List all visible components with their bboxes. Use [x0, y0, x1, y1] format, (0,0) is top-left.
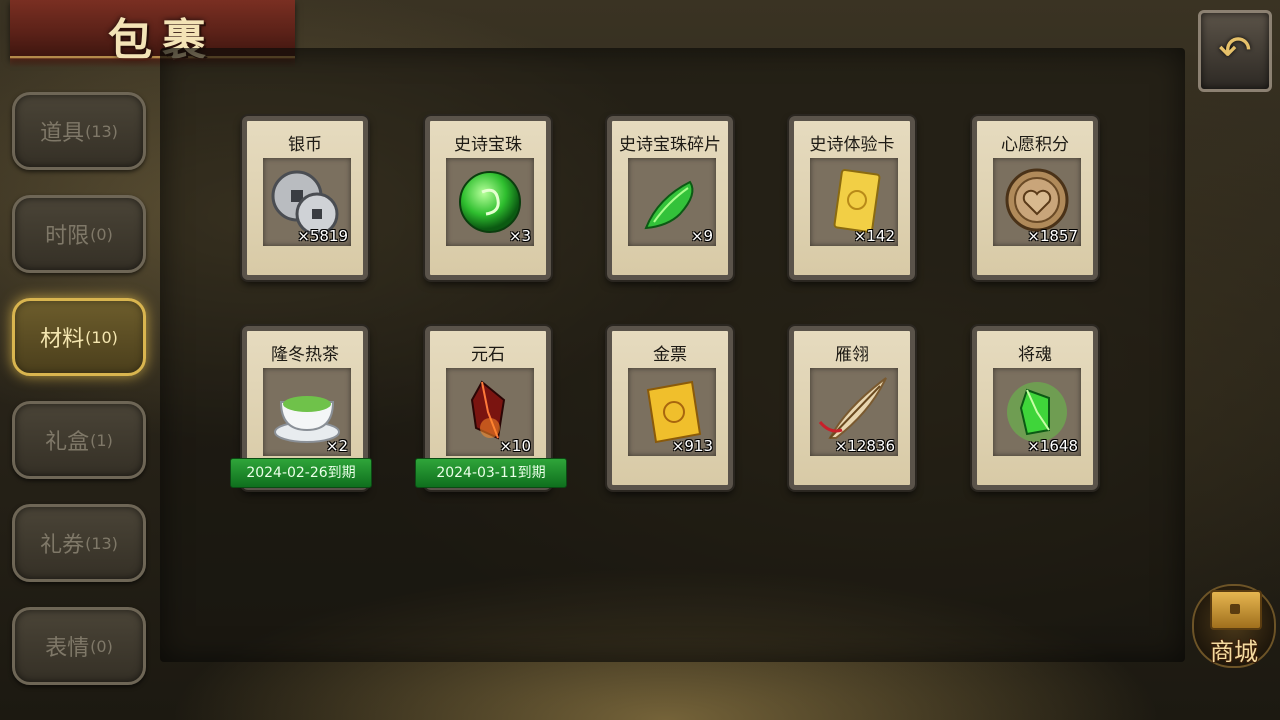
- item-quantity: ×10: [499, 437, 531, 455]
- tab-label: 礼券: [40, 533, 85, 558]
- tab-vouchers[interactable]: 礼券 (13): [12, 504, 146, 582]
- tab-label: 礼盒: [45, 430, 90, 455]
- item-quantity: ×9: [690, 227, 713, 245]
- item-name: 史诗宝珠: [454, 135, 522, 155]
- tab-emotes[interactable]: 表情 (0): [12, 607, 146, 685]
- tab-timed[interactable]: 时限 (0): [12, 195, 146, 273]
- expiry-badge: 2024-03-11到期: [415, 458, 567, 488]
- item-icon-slot: ×913: [628, 368, 716, 456]
- tab-items[interactable]: 道具 (13): [12, 92, 146, 170]
- item-name: 心愿积分: [1001, 135, 1069, 155]
- item-icon-slot: ×2: [263, 368, 351, 456]
- item-card-silver-coins[interactable]: 银币 ×5819: [242, 116, 368, 280]
- item-card-general-soul[interactable]: 将魂 ×1648: [972, 326, 1098, 490]
- mall-label: 商城: [1210, 638, 1258, 666]
- tab-label: 时限: [45, 224, 90, 249]
- item-card-wish-points[interactable]: 心愿积分 ×1857: [972, 116, 1098, 280]
- back-arrow-icon: ↶: [1218, 28, 1252, 74]
- item-quantity: ×12836: [834, 437, 895, 455]
- item-name: 史诗体验卡: [809, 135, 895, 155]
- item-quantity: ×1648: [1027, 437, 1078, 455]
- item-icon-slot: ×5819: [263, 158, 351, 246]
- item-quantity: ×913: [671, 437, 713, 455]
- item-quantity: ×3: [508, 227, 531, 245]
- tab-count: (1): [90, 430, 113, 450]
- tab-count: (13): [85, 533, 118, 553]
- item-card-epic-orb[interactable]: 史诗宝珠 ×3: [425, 116, 551, 280]
- item-name: 元石: [471, 345, 505, 365]
- item-card-epic-orb-fragment[interactable]: 史诗宝珠碎片 ×9: [607, 116, 733, 280]
- back-button[interactable]: ↶: [1198, 10, 1272, 92]
- tab-count: (10): [85, 327, 118, 347]
- item-quantity: ×142: [853, 227, 895, 245]
- item-quantity: ×1857: [1027, 227, 1078, 245]
- treasure-chest-icon: [1210, 590, 1262, 630]
- item-icon-slot: ×3: [446, 158, 534, 246]
- item-name: 雁翎: [835, 345, 869, 365]
- item-card-epic-trial-card[interactable]: 史诗体验卡 ×142: [789, 116, 915, 280]
- item-icon-slot: ×1857: [993, 158, 1081, 246]
- tab-materials[interactable]: 材料 (10): [12, 298, 146, 376]
- item-name: 金票: [653, 345, 687, 365]
- item-icon-slot: ×142: [810, 158, 898, 246]
- tab-gift-boxes[interactable]: 礼盒 (1): [12, 401, 146, 479]
- tab-count: (0): [90, 636, 113, 656]
- item-name: 隆冬热茶: [271, 345, 339, 365]
- item-name: 银币: [288, 135, 322, 155]
- item-card-goose-feather[interactable]: 雁翎 ×12836: [789, 326, 915, 490]
- tab-label: 道具: [40, 121, 85, 146]
- tab-label: 表情: [45, 636, 90, 661]
- item-icon-slot: ×12836: [810, 368, 898, 456]
- item-quantity: ×2: [325, 437, 348, 455]
- mall-button[interactable]: 商城: [1192, 584, 1276, 668]
- item-quantity: ×5819: [297, 227, 348, 245]
- item-name: 史诗宝珠碎片: [619, 135, 721, 155]
- tab-count: (0): [90, 224, 113, 244]
- item-icon-slot: ×9: [628, 158, 716, 246]
- tab-count: (13): [85, 121, 118, 141]
- expiry-badge: 2024-02-26到期: [230, 458, 372, 488]
- item-card-gold-ticket[interactable]: 金票 ×913: [607, 326, 733, 490]
- item-icon-slot: ×1648: [993, 368, 1081, 456]
- tab-label: 材料: [40, 327, 85, 352]
- item-name: 将魂: [1018, 345, 1052, 365]
- item-icon-slot: ×10: [446, 368, 534, 456]
